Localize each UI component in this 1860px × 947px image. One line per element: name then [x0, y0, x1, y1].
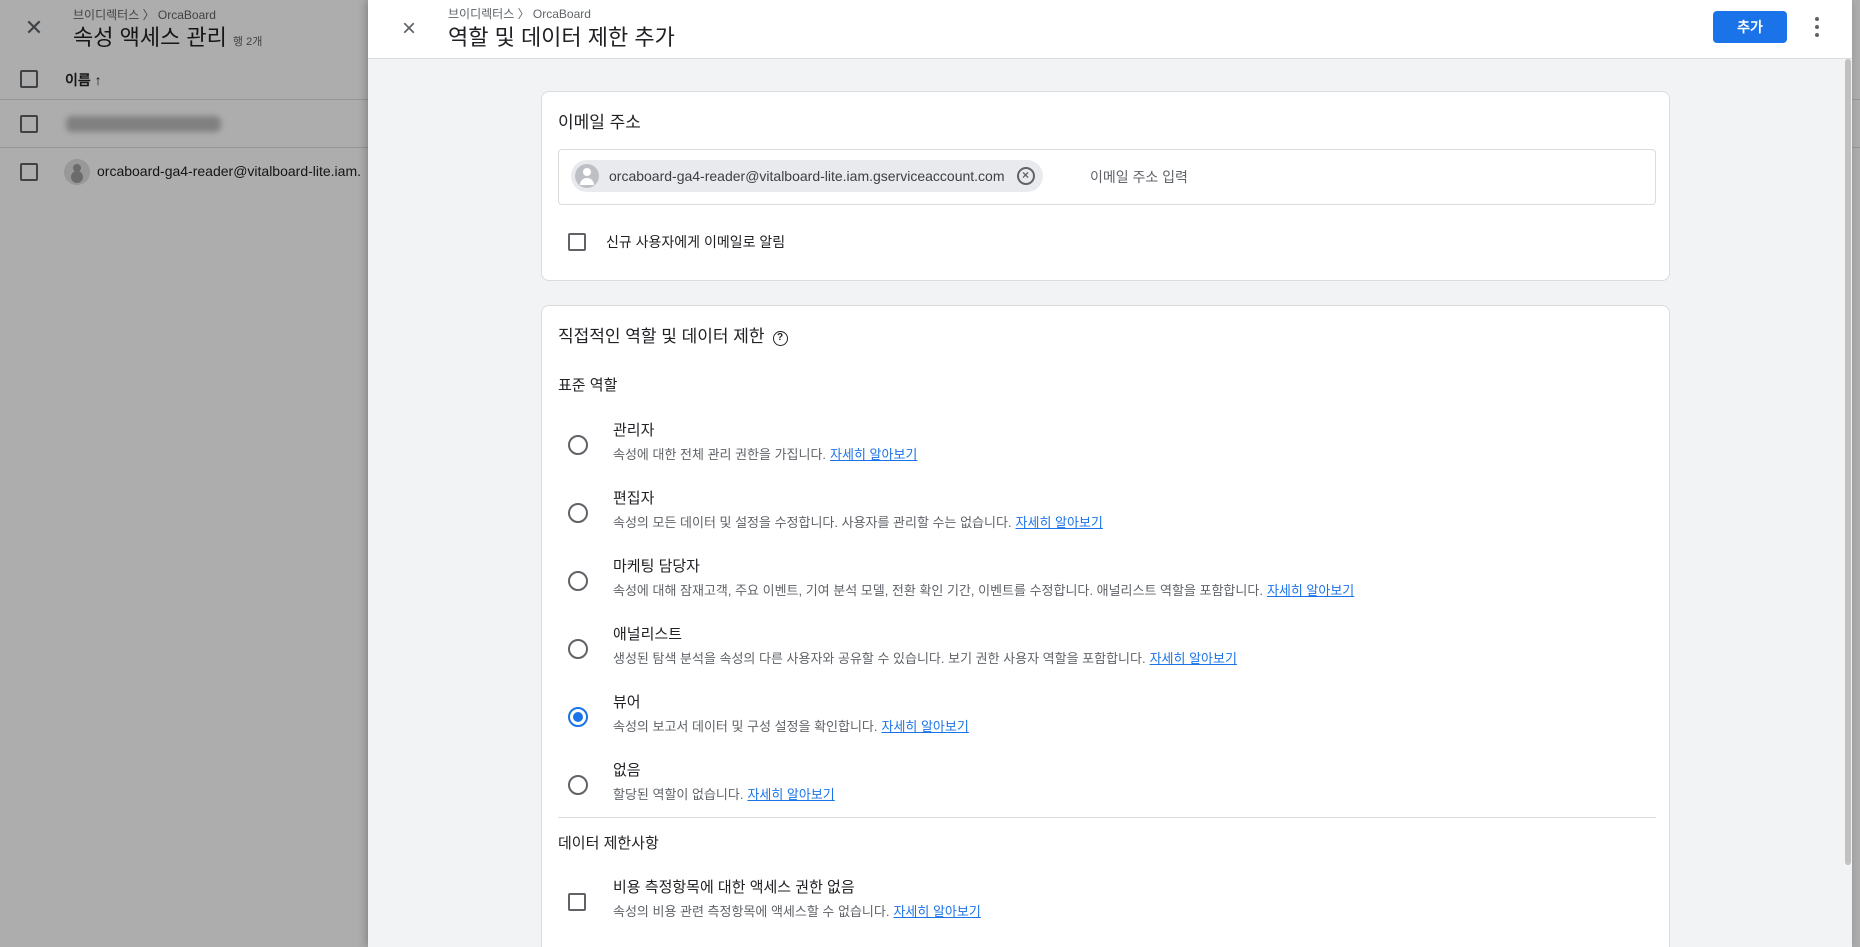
scrollbar-thumb[interactable] [1845, 59, 1851, 865]
role-description: 속성에 대해 잠재고객, 주요 이벤트, 기여 분석 모델, 전환 확인 기간,… [613, 580, 1354, 599]
role-name: 없음 [613, 762, 641, 779]
learn-more-link[interactable]: 자세히 알아보기 [747, 787, 834, 802]
restriction-description: 속성의 비용 관련 측정항목에 액세스할 수 없습니다. 자세히 알아보기 [613, 901, 981, 920]
role-option-admin[interactable]: 관리자 속성에 대한 전체 관리 권한을 가집니다. 자세히 알아보기 [558, 419, 1656, 481]
account-icon [575, 164, 599, 188]
role-name: 애널리스트 [613, 626, 683, 643]
role-radio[interactable] [568, 503, 588, 523]
email-section-title: 이메일 주소 [558, 113, 641, 132]
role-option-editor[interactable]: 편집자 속성의 모든 데이터 및 설정을 수정합니다. 사용자를 관리할 수는 … [558, 487, 1656, 549]
learn-more-link[interactable]: 자세히 알아보기 [893, 904, 980, 919]
role-name: 뷰어 [613, 694, 641, 711]
role-desc-text: 속성에 대한 전체 관리 권한을 가집니다. [613, 447, 827, 462]
add-role-drawer: × 브이디렉터스 〉 OrcaBoard 역할 및 데이터 제한 추가 추가 이… [368, 0, 1852, 947]
roles-title-text: 직접적인 역할 및 데이터 제한 [558, 327, 765, 346]
restriction-checkbox[interactable] [568, 893, 586, 911]
role-desc-text: 속성의 모든 데이터 및 설정을 수정합니다. 사용자를 관리할 수는 없습니다… [613, 515, 1012, 530]
drawer-header: × 브이디렉터스 〉 OrcaBoard 역할 및 데이터 제한 추가 추가 [368, 0, 1852, 59]
help-icon[interactable]: ? [772, 331, 788, 346]
role-option-viewer[interactable]: 뷰어 속성의 보고서 데이터 및 구성 설정을 확인합니다. 자세히 알아보기 [558, 691, 1656, 753]
role-name: 마케팅 담당자 [613, 558, 700, 575]
notify-row[interactable]: 신규 사용자에게 이메일로 알림 [568, 232, 785, 252]
email-field[interactable]: orcaboard-ga4-reader@vitalboard-lite.iam… [558, 149, 1656, 205]
role-radio[interactable] [568, 571, 588, 591]
role-option-marketer[interactable]: 마케팅 담당자 속성에 대해 잠재고객, 주요 이벤트, 기여 분석 모델, 전… [558, 555, 1656, 617]
role-name: 관리자 [613, 422, 655, 439]
remove-chip-icon[interactable]: × [1016, 167, 1035, 185]
role-description: 속성의 모든 데이터 및 설정을 수정합니다. 사용자를 관리할 수는 없습니다… [613, 512, 1103, 531]
role-description: 속성의 보고서 데이터 및 구성 설정을 확인합니다. 자세히 알아보기 [613, 716, 969, 735]
role-radio[interactable] [568, 775, 588, 795]
more-options-icon[interactable] [1805, 12, 1829, 42]
learn-more-link[interactable]: 자세히 알아보기 [830, 447, 917, 462]
role-name: 편집자 [613, 490, 655, 507]
role-radio[interactable] [568, 639, 588, 659]
role-desc-text: 속성에 대해 잠재고객, 주요 이벤트, 기여 분석 모델, 전환 확인 기간,… [613, 583, 1263, 598]
role-desc-text: 생성된 탐색 분석을 속성의 다른 사용자와 공유할 수 있습니다. 보기 권한… [613, 651, 1146, 666]
roles-section-title: 직접적인 역할 및 데이터 제한? [558, 322, 788, 347]
data-restrictions-label: 데이터 제한사항 [558, 835, 659, 852]
learn-more-link[interactable]: 자세히 알아보기 [1150, 651, 1237, 666]
learn-more-link[interactable]: 자세히 알아보기 [1016, 515, 1103, 530]
scrollbar[interactable] [1844, 59, 1852, 947]
role-radio[interactable] [568, 435, 588, 455]
role-desc-text: 속성의 보고서 데이터 및 구성 설정을 확인합니다. [613, 719, 878, 734]
page-title: 역할 및 데이터 제한 추가 [448, 25, 675, 50]
email-card: 이메일 주소 orcaboard-ga4-reader@vitalboard-l… [541, 91, 1670, 281]
restriction-name: 비용 측정항목에 대한 액세스 권한 없음 [613, 879, 855, 896]
role-option-none[interactable]: 없음 할당된 역할이 없습니다. 자세히 알아보기 [558, 759, 1656, 821]
email-input[interactable] [1090, 165, 1630, 189]
chip-email: orcaboard-ga4-reader@vitalboard-lite.iam… [609, 168, 1005, 184]
notify-checkbox[interactable] [568, 233, 586, 251]
restriction-desc-text: 속성의 비용 관련 측정항목에 액세스할 수 없습니다. [613, 904, 890, 919]
role-description: 할당된 역할이 없습니다. 자세히 알아보기 [613, 784, 835, 803]
learn-more-link[interactable]: 자세히 알아보기 [881, 719, 968, 734]
roles-card: 직접적인 역할 및 데이터 제한? 표준 역할 관리자 속성에 대한 전체 관리… [541, 305, 1670, 947]
role-desc-text: 할당된 역할이 없습니다. [613, 787, 744, 802]
role-description: 생성된 탐색 분석을 속성의 다른 사용자와 공유할 수 있습니다. 보기 권한… [613, 648, 1237, 667]
divider [558, 817, 1656, 818]
role-radio-selected[interactable] [568, 707, 588, 727]
notify-label: 신규 사용자에게 이메일로 알림 [606, 234, 786, 250]
restriction-cost-metrics[interactable]: 비용 측정항목에 대한 액세스 권한 없음 속성의 비용 관련 측정항목에 액세… [558, 876, 1656, 938]
email-chip[interactable]: orcaboard-ga4-reader@vitalboard-lite.iam… [571, 160, 1043, 192]
role-option-analyst[interactable]: 애널리스트 생성된 탐색 분석을 속성의 다른 사용자와 공유할 수 있습니다.… [558, 623, 1656, 685]
standard-roles-label: 표준 역할 [558, 377, 618, 394]
close-icon[interactable]: × [394, 14, 424, 44]
add-button[interactable]: 추가 [1713, 11, 1787, 43]
role-description: 속성에 대한 전체 관리 권한을 가집니다. 자세히 알아보기 [613, 444, 917, 463]
learn-more-link[interactable]: 자세히 알아보기 [1267, 583, 1354, 598]
